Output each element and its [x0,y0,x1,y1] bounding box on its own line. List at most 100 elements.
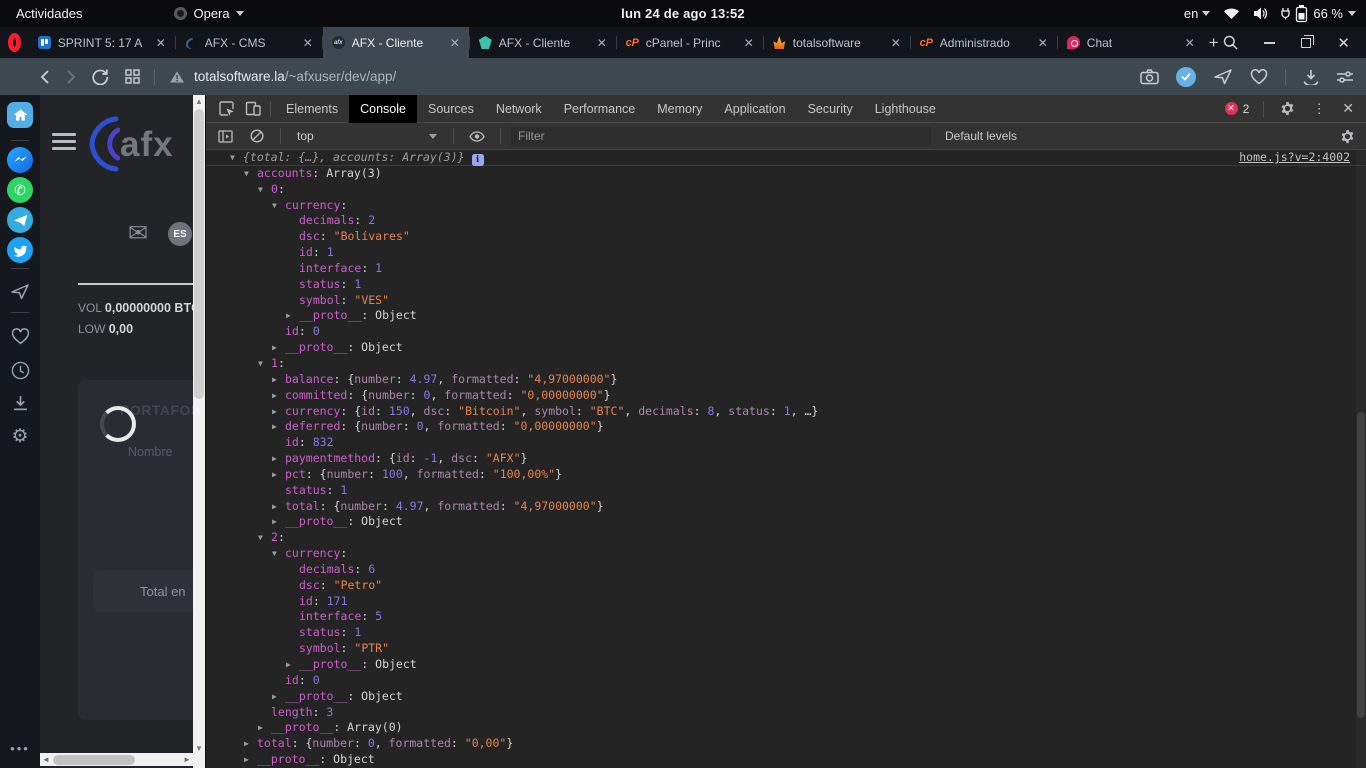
expander-closed-icon[interactable]: ▶ [272,340,285,356]
scroll-left-arrow-icon[interactable]: ◄ [40,753,52,766]
console-tree-row[interactable]: dsc: "Bolívares" [206,229,1366,245]
devtools-settings-gear-icon[interactable] [1274,97,1300,121]
expander-closed-icon[interactable]: ▶ [272,514,285,530]
live-expression-eye-icon[interactable] [464,124,490,148]
downloads-icon[interactable] [7,390,33,416]
expander-closed-icon[interactable]: ▶ [286,657,299,673]
console-tree-row[interactable]: id: 1 [206,245,1366,261]
page-horizontal-scrollbar[interactable]: ◄ ► [40,753,193,766]
speed-dial-home-icon[interactable] [7,102,33,128]
expander-closed-icon[interactable]: ▶ [272,499,285,515]
console-tree-row[interactable]: id: 0 [206,673,1366,689]
bookmarks-heart-icon[interactable] [7,323,33,349]
console-tree-row[interactable]: status: 1 [206,625,1366,641]
browser-tab[interactable]: cPcPanel - Princ✕ [617,27,763,58]
console-tree-row[interactable]: ▶__proto__: Array(0) [206,720,1366,736]
expander-closed-icon[interactable]: ▶ [272,404,285,420]
console-tree-row[interactable]: ▶__proto__: Object [206,689,1366,705]
console-tree-row[interactable]: status: 1 [206,277,1366,293]
tab-close-icon[interactable]: ✕ [450,36,460,50]
speed-dial-grid-icon[interactable] [125,69,140,84]
devtools-tab-performance[interactable]: Performance [553,95,647,123]
expander-closed-icon[interactable]: ▶ [244,752,257,768]
browser-tab[interactable]: Chat✕ [1058,27,1204,58]
not-secure-warning-icon[interactable] [169,70,185,84]
forward-icon[interactable] [66,69,76,85]
console-tree-row[interactable]: ▶committed: {number: 0, formatted: "0,00… [206,388,1366,404]
my-flow-icon[interactable] [7,278,33,304]
close-window-button[interactable]: ✕ [1337,34,1350,52]
console-tree-row[interactable]: interface: 1 [206,261,1366,277]
opera-menu-button[interactable] [0,27,29,58]
devtools-kebab-menu-icon[interactable]: ⋮ [1306,97,1332,121]
keyboard-layout-indicator[interactable]: en [1184,6,1210,21]
battery-indicator[interactable]: 66 % [1281,4,1356,23]
bookmark-heart-icon[interactable] [1250,69,1268,85]
twitter-icon[interactable] [7,237,33,263]
console-tree-row[interactable]: ▶currency: {id: 150, dsc: "Bitcoin", sym… [206,404,1366,420]
back-icon[interactable] [40,69,50,85]
info-badge-icon[interactable]: i [472,154,484,166]
scroll-right-arrow-icon[interactable]: ► [181,753,193,766]
whatsapp-icon[interactable]: ✆ [7,177,33,203]
messenger-icon[interactable] [7,147,33,173]
camera-snapshot-icon[interactable] [1140,69,1159,85]
console-tree-row[interactable]: ▶total: {number: 0, formatted: "0,00"} [206,736,1366,752]
hamburger-menu-icon[interactable] [52,133,76,154]
expander-open-icon[interactable]: ▼ [258,530,271,546]
expander-open-icon[interactable]: ▼ [272,546,285,562]
tab-close-icon[interactable]: ✕ [156,36,166,50]
browser-tab[interactable]: cPAdministrado✕ [911,27,1057,58]
devtools-close-icon[interactable]: ✕ [1338,100,1358,117]
browser-tab[interactable]: SPRINT 5: 17 A✕ [29,27,175,58]
expander-closed-icon[interactable]: ▶ [272,451,285,467]
tab-close-icon[interactable]: ✕ [597,36,607,50]
expander-closed-icon[interactable]: ▶ [272,467,285,483]
console-tree-row[interactable]: ▼0: [206,182,1366,198]
telegram-icon[interactable] [7,207,33,233]
download-icon[interactable] [1303,69,1319,85]
scroll-down-arrow-icon[interactable]: ▼ [193,743,205,755]
console-tree-row[interactable]: interface: 5 [206,609,1366,625]
scroll-up-arrow-icon[interactable]: ▲ [193,96,205,108]
console-tree-row[interactable]: ▶balance: {number: 4.97, formatted: "4,9… [206,372,1366,388]
console-tree-row[interactable]: ▶pct: {number: 100, formatted: "100,00%"… [206,467,1366,483]
console-sidebar-toggle-icon[interactable] [212,124,238,148]
console-tree-row[interactable]: ▼1: [206,356,1366,372]
expander-closed-icon[interactable]: ▶ [258,720,271,736]
expander-closed-icon[interactable]: ▶ [244,736,257,752]
expander-open-icon[interactable]: ▼ [244,166,257,182]
restore-button[interactable] [1301,38,1311,48]
app-menu-button[interactable]: Opera [174,6,243,21]
devtools-tab-lighthouse[interactable]: Lighthouse [864,95,947,123]
expander-open-icon[interactable]: ▼ [258,356,271,372]
console-tree-row[interactable]: id: 171 [206,594,1366,610]
tab-close-icon[interactable]: ✕ [1038,36,1048,50]
console-tree-row[interactable]: ▶__proto__: Object [206,657,1366,673]
sidebar-setup-dots-icon[interactable]: ••• [0,741,40,756]
log-levels-dropdown[interactable]: Default levels [937,129,1031,143]
search-tabs-icon[interactable] [1223,35,1238,50]
browser-tab[interactable]: totalsoftware✕ [764,27,910,58]
easy-setup-icon[interactable] [1336,70,1354,84]
console-tree-row[interactable]: ▼currency: [206,546,1366,562]
devtools-tab-application[interactable]: Application [713,95,796,123]
console-tree-row[interactable]: status: 1 [206,483,1366,499]
system-clock[interactable]: lun 24 de ago 13:52 [621,6,745,21]
console-tree-row[interactable]: decimals: 6 [206,562,1366,578]
javascript-context-dropdown[interactable]: top [291,129,443,143]
expander-closed-icon[interactable]: ▶ [272,419,285,435]
new-tab-button[interactable]: + [1204,27,1224,58]
system-status-area[interactable]: en 66 % [1184,4,1356,23]
mail-envelope-icon[interactable]: ✉ [128,219,148,248]
tab-close-icon[interactable]: ✕ [303,36,313,50]
language-badge[interactable]: ES [168,222,192,246]
devtools-tab-elements[interactable]: Elements [275,95,349,123]
tab-close-icon[interactable]: ✕ [744,36,754,50]
expander-closed-icon[interactable]: ▶ [286,308,299,324]
console-tree-row[interactable]: id: 832 [206,435,1366,451]
console-tree-row[interactable]: ▼{total: {…}, accounts: Array(3)}ihome.j… [206,150,1366,166]
browser-tab[interactable]: AFX - CMS✕ [176,27,322,58]
console-tree-row[interactable]: ▶__proto__: Object [206,752,1366,768]
device-toolbar-icon[interactable] [240,97,266,121]
